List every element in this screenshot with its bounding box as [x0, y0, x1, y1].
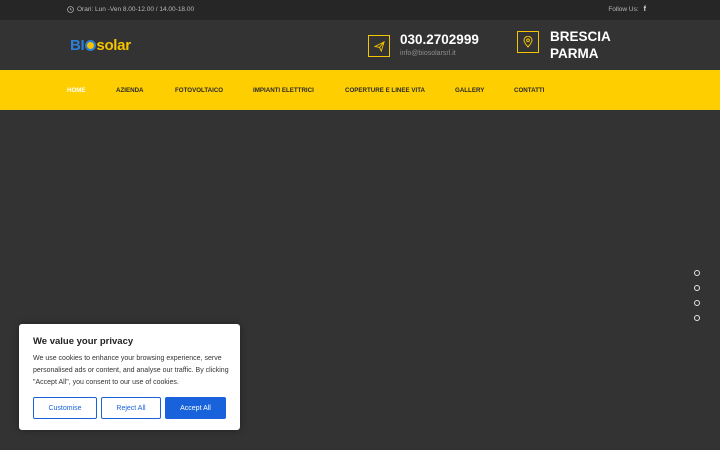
nav-item-gallery[interactable]: GALLERY	[455, 87, 484, 94]
cookie-consent-dialog: We value your privacy We use cookies to …	[19, 324, 240, 430]
nav-item-contatti[interactable]: CONTATTI	[514, 87, 544, 94]
biosolar-logo[interactable]: BI solar	[70, 37, 131, 54]
header: BI solar 030.2702999 info@biosolarsrl.it…	[0, 20, 720, 70]
customise-button[interactable]: Customise	[33, 397, 97, 419]
nav-item-fotovoltaico[interactable]: FOTOVOLTAICO	[175, 87, 223, 94]
logo-text-solar: solar	[96, 37, 131, 54]
cookie-text: We use cookies to enhance your browsing …	[33, 355, 229, 386]
logo-text-bi: BI	[70, 37, 85, 54]
nav-item-azienda[interactable]: AZIENDA	[116, 87, 144, 94]
clock-icon	[67, 6, 74, 13]
location-city-brescia: BRESCIA	[550, 29, 611, 44]
contact-icon-box	[368, 35, 390, 57]
opening-hours: Orari: Lun -Ven 8.00-12.00 / 14.00-18.00	[67, 6, 194, 13]
nav-item-coperture-linee-vita[interactable]: COPERTURE E LINEE VITA	[345, 87, 425, 94]
slider-dot[interactable]	[694, 315, 700, 321]
email-address[interactable]: info@biosolarsrl.it	[400, 50, 456, 57]
slider-dot[interactable]	[694, 270, 700, 276]
nav-item-home[interactable]: HOME	[67, 87, 86, 94]
nav-item-impianti-elettrici[interactable]: IMPIANTI ELETTRICI	[253, 87, 314, 94]
phone-number[interactable]: 030.2702999	[400, 32, 479, 47]
opening-hours-text: Orari: Lun -Ven 8.00-12.00 / 14.00-18.00	[77, 6, 195, 13]
top-bar: Orari: Lun -Ven 8.00-12.00 / 14.00-18.00…	[0, 0, 720, 20]
follow-us-label: Follow Us:	[608, 6, 639, 13]
reject-all-button[interactable]: Reject All	[101, 397, 161, 419]
cookie-title: We value your privacy	[33, 336, 134, 347]
map-pin-icon	[523, 36, 533, 48]
paper-plane-icon	[373, 40, 385, 52]
slider-dot[interactable]	[694, 300, 700, 306]
location-icon-box	[517, 31, 539, 53]
follow-us: Follow Us: f	[608, 6, 646, 13]
slider-dot[interactable]	[694, 285, 700, 291]
accept-all-button[interactable]: Accept All	[165, 397, 226, 419]
sun-icon	[84, 40, 96, 51]
main-nav: HOME AZIENDA FOTOVOLTAICO IMPIANTI ELETT…	[0, 70, 720, 110]
facebook-icon[interactable]: f	[644, 6, 646, 13]
location-city-parma: PARMA	[550, 46, 599, 61]
